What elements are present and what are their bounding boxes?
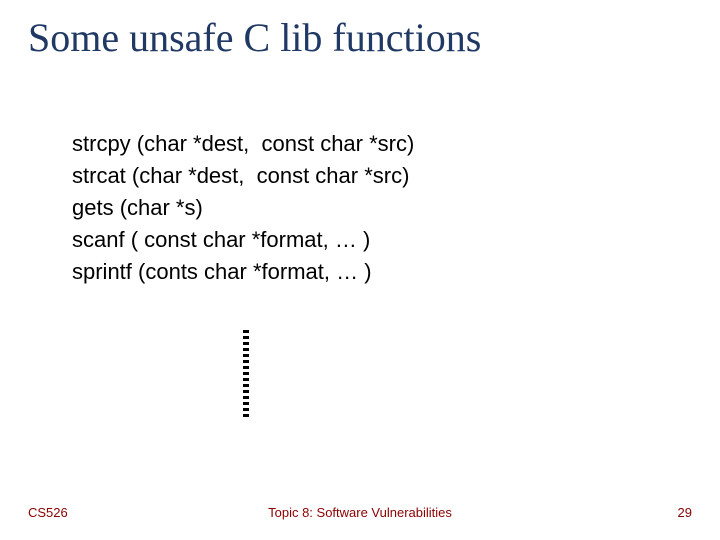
code-line: sprintf (conts char *format, … ) [72,256,414,288]
slide: Some unsafe C lib functions strcpy (char… [0,0,720,540]
footer-topic: Topic 8: Software Vulnerabilities [0,505,720,520]
body-text: strcpy (char *dest, const char *src) str… [72,128,414,287]
code-line: scanf ( const char *format, … ) [72,224,414,256]
code-line: gets (char *s) [72,192,414,224]
code-line: strcat (char *dest, const char *src) [72,160,414,192]
footer-page-number: 29 [678,505,692,520]
code-line: strcpy (char *dest, const char *src) [72,128,414,160]
slide-title: Some unsafe C lib functions [28,14,481,61]
vertical-ellipsis-icon [243,330,249,422]
